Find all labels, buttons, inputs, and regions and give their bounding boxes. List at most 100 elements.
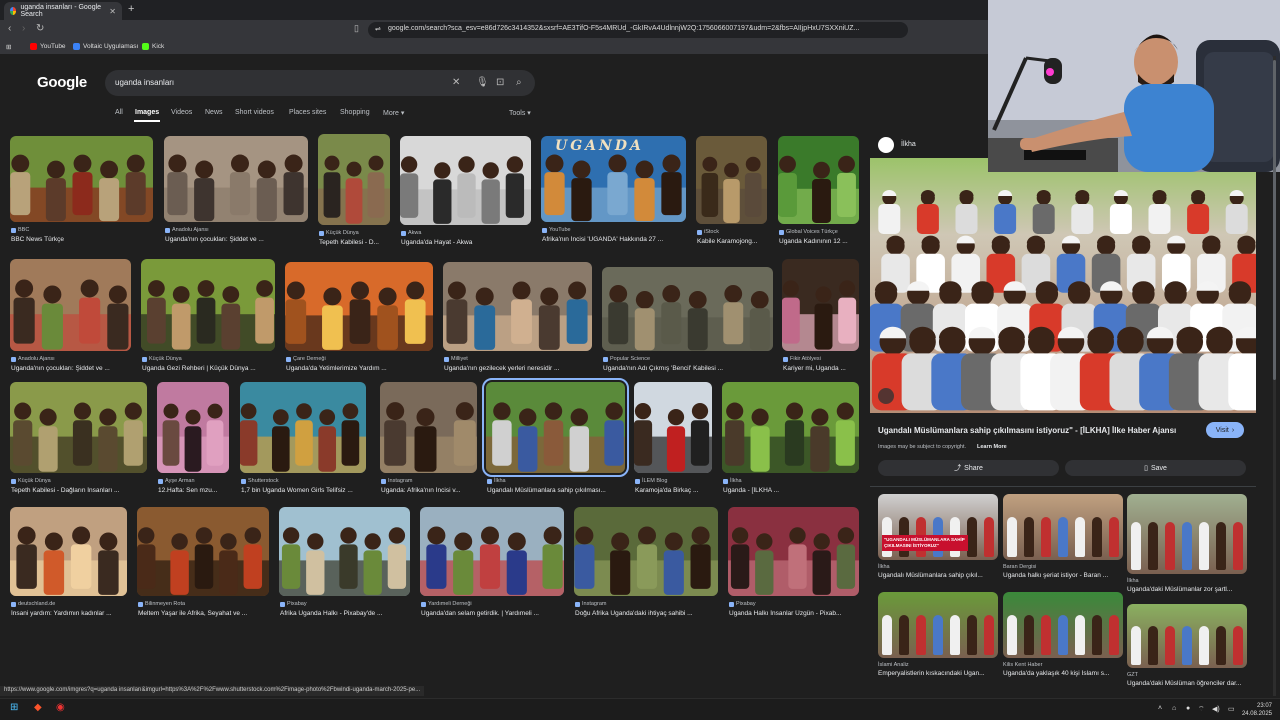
result-thumbnail[interactable] [696, 136, 767, 224]
result-caption[interactable]: Uganda'nın çocukları: Şiddet ve ... [165, 236, 309, 243]
related-source[interactable]: İlkha [878, 564, 890, 570]
result-source[interactable]: Pixabay [729, 601, 756, 607]
back-icon[interactable]: ‹ [8, 23, 11, 34]
result-source[interactable]: Instagram [381, 478, 412, 484]
result-source[interactable]: BBC [11, 227, 29, 233]
new-tab-button[interactable]: + [128, 3, 134, 15]
volume-icon[interactable]: ◀) [1212, 705, 1220, 713]
related-source[interactable]: Baran Dergisi [1003, 564, 1036, 570]
image-result[interactable]: Instagram Doğu Afrika Uganda'daki ihtiyaç… [574, 507, 718, 622]
related-result[interactable]: İslami Analiz Emperyalistlerin kıskacında… [878, 592, 998, 682]
result-thumbnail[interactable] [602, 267, 773, 351]
result-caption[interactable]: Karamoja'da Birkaç ... [635, 487, 713, 494]
tab-shopping[interactable]: Shopping [340, 109, 370, 116]
result-source[interactable]: Küçük Dünya [319, 230, 359, 236]
related-thumbnail[interactable] [1127, 494, 1247, 574]
related-result[interactable]: Kilis Kent Haber Uganda'da yaklaşık 40 ki… [1003, 592, 1123, 682]
image-result[interactable]: Fikir Atölyesi Kariyer mi, Uganda ... [782, 259, 859, 377]
result-thumbnail[interactable] [10, 382, 147, 473]
wifi-icon[interactable]: ⌔ [1198, 705, 1205, 714]
result-caption[interactable]: Meltem Yaşar ile Afrika, Seyahat ve ... [138, 610, 270, 617]
result-source[interactable]: Yardımeli Derneği [421, 601, 472, 607]
result-thumbnail[interactable] [722, 382, 859, 473]
tab-images[interactable]: Images [135, 109, 159, 116]
image-result[interactable]: İlkha Uganda - [İLKHA ... [722, 382, 859, 499]
result-thumbnail[interactable] [318, 134, 390, 225]
result-source[interactable]: Global Voices Türkçe [779, 229, 838, 235]
result-caption[interactable]: Uganda Kadınının 12 ... [779, 238, 860, 245]
result-source[interactable]: İlkha [723, 478, 742, 484]
visit-button[interactable]: Visit › [1206, 422, 1244, 438]
result-source[interactable]: Pixabay [280, 601, 307, 607]
result-source[interactable]: deutschland.de [11, 601, 55, 607]
result-caption[interactable]: İnsani yardım: Yardımın kadınlar ... [11, 610, 128, 617]
result-source[interactable]: Shutterstock [241, 478, 279, 484]
result-caption[interactable]: Uganda Halkı İnsanlar Üzgün - Pixab... [729, 610, 860, 617]
tab-short-videos[interactable]: Short videos [235, 109, 274, 116]
tray-expand-icon[interactable]: ˄ [1158, 705, 1162, 712]
result-caption[interactable]: BBC News Türkçe [11, 236, 154, 243]
image-result[interactable]: Anadolu Ajansı Uganda'nın çocukları: Şidd… [10, 259, 131, 377]
panel-title[interactable]: Ugandalı Müslümanlara sahip çıkılmasını … [878, 426, 1198, 435]
result-thumbnail[interactable] [634, 382, 712, 473]
result-source[interactable]: İlkha [487, 478, 506, 484]
forward-icon[interactable]: › [22, 23, 25, 34]
voice-search-icon[interactable]: 🎙 [476, 77, 489, 88]
bookmark-icon[interactable]: ▯ [354, 23, 359, 34]
image-result[interactable]: Yardımeli Derneği Uganda'dan selam getird… [420, 507, 564, 622]
related-caption[interactable]: Uganda'daki Müslümanlar zor şartl... [1127, 586, 1247, 593]
search-icon[interactable]: ⌕ [516, 77, 522, 88]
tab-videos[interactable]: Videos [171, 109, 192, 116]
result-thumbnail[interactable] [782, 259, 859, 351]
tab-places-sites[interactable]: Places sites [289, 109, 326, 116]
related-thumbnail[interactable] [1003, 592, 1123, 658]
share-button[interactable]: ⤴ Share [878, 460, 1059, 476]
result-source[interactable]: Milliyet [444, 356, 468, 362]
save-button[interactable]: ▯ Save [1065, 460, 1246, 476]
related-result[interactable]: Baran Dergisi Uganda halkı şeriat istiyor… [1003, 494, 1123, 584]
related-thumbnail[interactable] [878, 592, 998, 658]
related-source[interactable]: İslami Analiz [878, 662, 909, 668]
result-caption[interactable]: Uganda'da Yetimlerimize Yardım ... [286, 365, 434, 372]
result-caption[interactable]: Kariyer mi, Uganda ... [783, 365, 860, 372]
learn-more-link[interactable]: Learn More [977, 444, 1007, 450]
panel-main-image[interactable] [870, 158, 1256, 413]
search-input[interactable]: uganda insanları [105, 70, 535, 96]
close-tab-icon[interactable]: ✕ [109, 7, 116, 16]
google-logo[interactable]: Google [37, 74, 87, 91]
clear-search-icon[interactable]: ✕ [452, 77, 460, 88]
image-result[interactable]: Instagram Uganda: Afrika'nın İncisi v... [380, 382, 477, 499]
result-thumbnail[interactable] [778, 136, 859, 224]
image-result[interactable]: BBC BBC News Türkçe [10, 136, 153, 248]
result-thumbnail[interactable] [574, 507, 718, 596]
scrollbar-thumb[interactable] [1273, 60, 1276, 380]
tab-active[interactable]: uganda insanları - Google Search ✕ [4, 2, 122, 20]
related-result[interactable]: GZT Uganda'daki Müslüman öğrenciler dar..… [1127, 604, 1247, 692]
result-caption[interactable]: Tepeth Kabilesi - D... [319, 239, 391, 246]
lens-search-icon[interactable]: ⊡ [496, 77, 504, 88]
network-icon[interactable]: ⌂ [1172, 705, 1176, 712]
result-source[interactable]: Çare Derneği [286, 356, 326, 362]
result-caption[interactable]: Doğu Afrika Uganda'daki ihtiyaç sahibi .… [575, 610, 719, 617]
result-source[interactable]: Küçük Dünya [11, 478, 51, 484]
result-caption[interactable]: 12.Hafta: Sen mzu... [158, 487, 230, 494]
result-caption[interactable]: Uganda'nın Adı Çıkmış 'Bencil' Kabilesi … [603, 365, 774, 372]
result-source[interactable]: Fikir Atölyesi [783, 356, 821, 362]
result-caption[interactable]: Ugandalı Müslümanlara sahip çıkılması... [487, 487, 626, 494]
image-result[interactable]: İlkha Ugandalı Müslümanlara sahip çıkılma… [482, 378, 629, 499]
image-result[interactable]: Anadolu Ajansı Uganda'nın çocukları: Şidd… [164, 136, 308, 248]
related-caption[interactable]: Uganda'daki Müslüman öğrenciler dar... [1127, 680, 1247, 687]
result-caption[interactable]: 1,7 bin Uganda Women Girls Telifsiz ... [241, 487, 367, 494]
related-source[interactable]: GZT [1127, 672, 1138, 678]
result-source[interactable]: Anadolu Ajansı [165, 227, 209, 233]
result-source[interactable]: Anadolu Ajansı [11, 356, 55, 362]
site-info-icon[interactable]: ⇌ [375, 25, 381, 33]
related-result[interactable]: "UGANDALI MÜSLÜMANLARA SAHİP ÇIKILMASINI… [878, 494, 998, 584]
result-caption[interactable]: Tepeth Kabilesi - Dağların İnsanları ... [11, 487, 148, 494]
result-thumbnail[interactable] [420, 507, 564, 596]
related-source[interactable]: Kilis Kent Haber [1003, 662, 1042, 668]
tools-button[interactable]: Tools ▾ [509, 109, 531, 117]
result-caption[interactable]: Uganda'da Hayat - Akwa [401, 239, 532, 246]
apps-icon[interactable]: ⊞ [6, 43, 11, 51]
result-thumbnail[interactable] [279, 507, 410, 596]
